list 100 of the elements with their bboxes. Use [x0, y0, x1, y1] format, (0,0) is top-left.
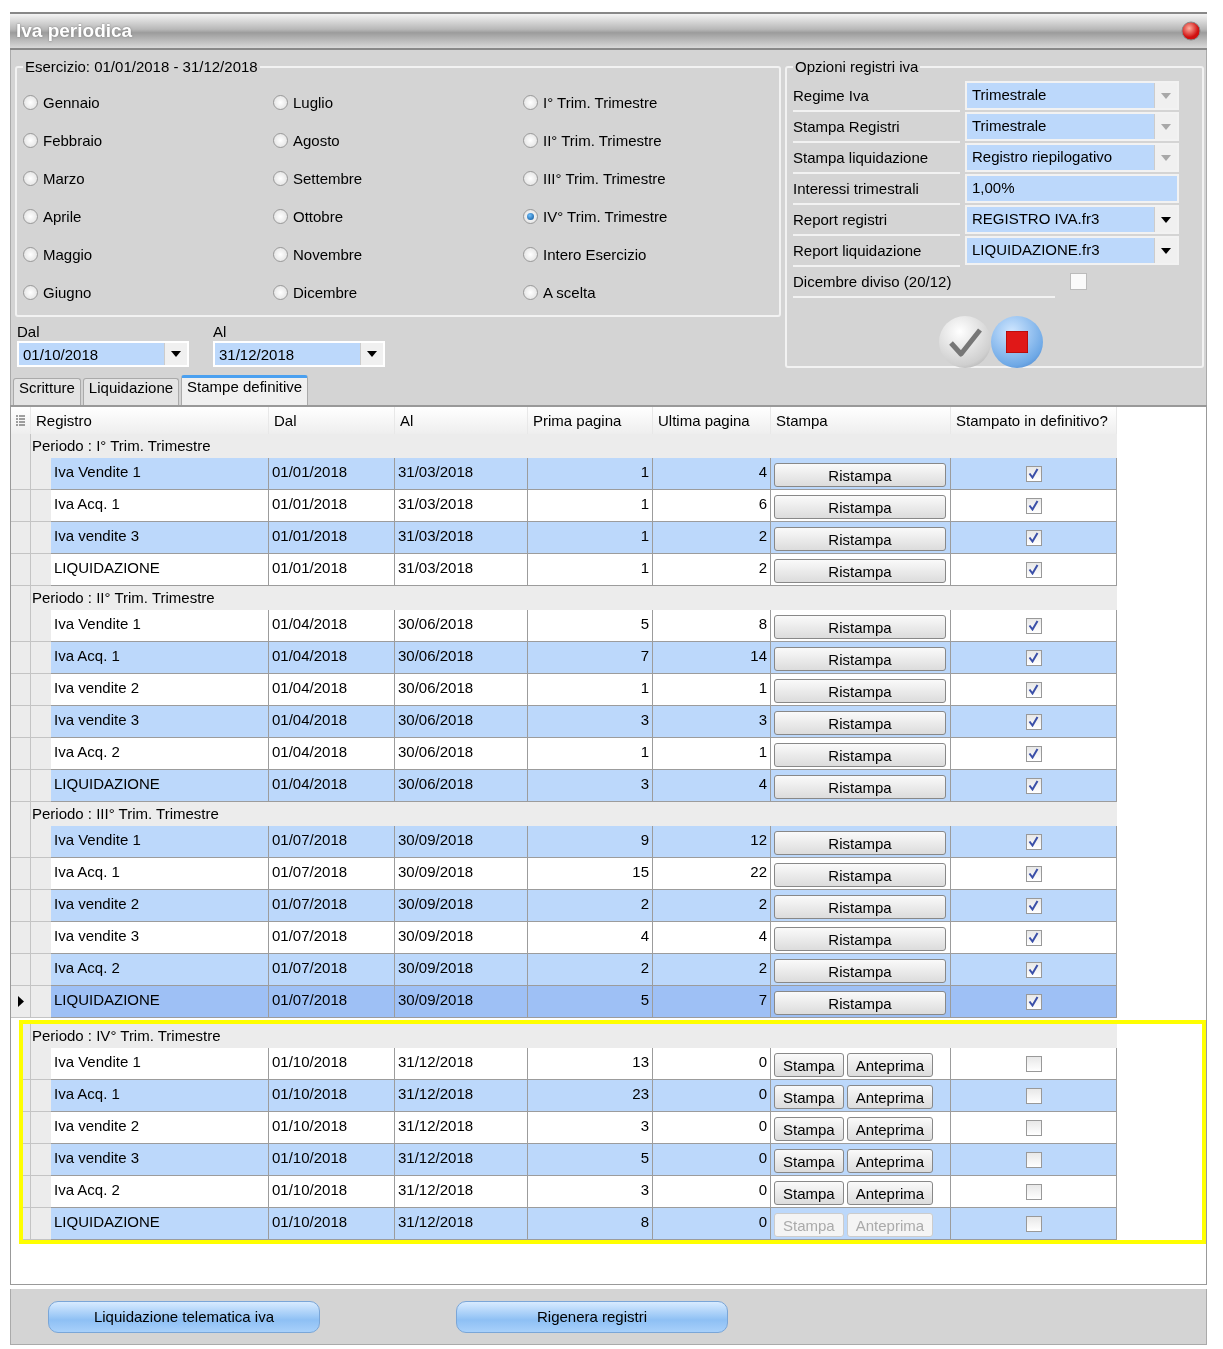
- input-field[interactable]: 1,00%: [965, 174, 1179, 203]
- period-radio[interactable]: I° Trim. Trimestre: [523, 91, 658, 113]
- checkbox[interactable]: [1025, 617, 1042, 634]
- print-button[interactable]: Ristampa: [774, 959, 946, 983]
- radio-icon[interactable]: [23, 284, 38, 300]
- checkbox[interactable]: [1025, 465, 1042, 482]
- period-radio[interactable]: IV° Trim. Trimestre: [523, 205, 668, 227]
- checkbox[interactable]: [1025, 865, 1042, 882]
- print-button[interactable]: Ristampa: [774, 495, 946, 519]
- radio-icon[interactable]: [523, 246, 538, 262]
- radio-icon[interactable]: [273, 208, 288, 224]
- dropdown-icon[interactable]: [1161, 247, 1171, 254]
- period-radio[interactable]: Novembre: [273, 243, 363, 265]
- checkbox[interactable]: [1025, 993, 1042, 1010]
- period-radio[interactable]: Maggio: [23, 243, 93, 265]
- date-field[interactable]: 31/12/2018: [213, 341, 385, 367]
- print-button[interactable]: Stampa: [774, 1117, 844, 1141]
- print-button[interactable]: Anteprima: [846, 1117, 934, 1141]
- print-button[interactable]: Ristampa: [774, 991, 946, 1015]
- action-button[interactable]: Rigenera registri: [456, 1300, 728, 1333]
- radio-icon[interactable]: [523, 284, 538, 300]
- print-button[interactable]: Ristampa: [774, 743, 946, 767]
- print-button[interactable]: Ristampa: [774, 895, 946, 919]
- dropdown-field[interactable]: LIQUIDAZIONE.fr3: [965, 236, 1179, 265]
- radio-icon[interactable]: [23, 208, 38, 224]
- radio-icon[interactable]: [273, 246, 288, 262]
- radio-icon[interactable]: [523, 170, 538, 186]
- date-field[interactable]: 01/10/2018: [17, 341, 189, 367]
- print-button[interactable]: Ristampa: [774, 927, 946, 951]
- print-button[interactable]: Ristampa: [774, 775, 946, 799]
- checkbox[interactable]: [1025, 681, 1042, 698]
- period-radio[interactable]: Agosto: [273, 129, 340, 151]
- print-button[interactable]: Stampa: [774, 1053, 844, 1077]
- print-button[interactable]: Ristampa: [774, 559, 946, 583]
- print-button[interactable]: Ristampa: [774, 647, 946, 671]
- print-button[interactable]: Ristampa: [774, 527, 946, 551]
- period-radio[interactable]: II° Trim. Trimestre: [523, 129, 662, 151]
- radio-icon[interactable]: [273, 132, 288, 148]
- period-radio[interactable]: Dicembre: [273, 281, 358, 303]
- checkbox[interactable]: [1025, 961, 1042, 978]
- dropdown-icon[interactable]: [367, 351, 377, 357]
- tab[interactable]: Scritture: [13, 378, 81, 405]
- checkbox[interactable]: [1025, 1151, 1042, 1168]
- close-icon[interactable]: [1181, 21, 1201, 41]
- row-selector[interactable]: [11, 986, 31, 1018]
- checkbox[interactable]: [1025, 1183, 1042, 1200]
- radio-icon[interactable]: [523, 208, 538, 224]
- dropdown-icon[interactable]: [171, 351, 181, 357]
- checkbox[interactable]: [1025, 529, 1042, 546]
- print-button[interactable]: Anteprima: [846, 1149, 934, 1173]
- radio-icon[interactable]: [23, 132, 38, 148]
- checkbox[interactable]: [1025, 833, 1042, 850]
- radio-icon[interactable]: [273, 94, 288, 110]
- print-button[interactable]: Stampa: [774, 1085, 844, 1109]
- period-radio[interactable]: Marzo: [23, 167, 85, 189]
- action-button[interactable]: Liquidazione telematica iva: [48, 1300, 320, 1333]
- checkbox[interactable]: [1025, 1055, 1042, 1072]
- stop-button[interactable]: [990, 316, 1043, 368]
- checkbox[interactable]: [1025, 929, 1042, 946]
- dropdown-icon[interactable]: [1161, 216, 1171, 223]
- print-button[interactable]: Ristampa: [774, 615, 946, 639]
- checkbox[interactable]: [1025, 713, 1042, 730]
- print-button[interactable]: Ristampa: [774, 711, 946, 735]
- period-radio[interactable]: Febbraio: [23, 129, 103, 151]
- checkbox[interactable]: [1070, 273, 1087, 290]
- print-button[interactable]: Stampa: [774, 1149, 844, 1173]
- checkbox[interactable]: [1025, 561, 1042, 578]
- dropdown-field[interactable]: REGISTRO IVA.fr3: [965, 205, 1179, 234]
- print-button[interactable]: Anteprima: [846, 1181, 934, 1205]
- print-button[interactable]: Ristampa: [774, 679, 946, 703]
- period-radio[interactable]: Aprile: [23, 205, 82, 227]
- print-button[interactable]: Ristampa: [774, 463, 946, 487]
- checkbox[interactable]: [1025, 497, 1042, 514]
- period-radio[interactable]: Giugno: [23, 281, 92, 303]
- print-button[interactable]: Ristampa: [774, 831, 946, 855]
- checkbox[interactable]: [1025, 897, 1042, 914]
- tab[interactable]: Stampe definitive: [181, 375, 309, 405]
- print-button[interactable]: Anteprima: [846, 1085, 934, 1109]
- period-radio[interactable]: Gennaio: [23, 91, 100, 113]
- radio-icon[interactable]: [523, 94, 538, 110]
- print-button[interactable]: Stampa: [774, 1181, 844, 1205]
- period-radio[interactable]: A scelta: [523, 281, 596, 303]
- period-radio[interactable]: Settembre: [273, 167, 363, 189]
- period-radio[interactable]: Intero Esercizio: [523, 243, 647, 265]
- radio-icon[interactable]: [23, 170, 38, 186]
- period-radio[interactable]: III° Trim. Trimestre: [523, 167, 666, 189]
- checkbox[interactable]: [1025, 649, 1042, 666]
- checkbox[interactable]: [1025, 745, 1042, 762]
- checkbox[interactable]: [1025, 1087, 1042, 1104]
- radio-icon[interactable]: [23, 94, 38, 110]
- period-radio[interactable]: Ottobre: [273, 205, 344, 227]
- radio-icon[interactable]: [273, 170, 288, 186]
- radio-icon[interactable]: [523, 132, 538, 148]
- print-button[interactable]: Anteprima: [846, 1053, 934, 1077]
- tab[interactable]: Liquidazione: [82, 378, 180, 405]
- radio-icon[interactable]: [273, 284, 288, 300]
- checkbox[interactable]: [1025, 1215, 1042, 1232]
- period-radio[interactable]: Luglio: [273, 91, 334, 113]
- checkbox[interactable]: [1025, 777, 1042, 794]
- checkbox[interactable]: [1025, 1119, 1042, 1136]
